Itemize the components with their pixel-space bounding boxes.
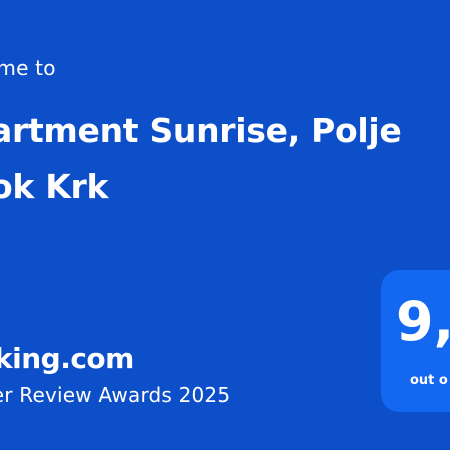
score-value: 9, [396, 290, 450, 353]
award-title: ler Review Awards 2025 [0, 383, 231, 407]
brand-logo-text: king.com [0, 342, 134, 375]
score-badge: 9, out o [381, 270, 450, 412]
property-name: artment Sunrise, Polje ok Krk [0, 103, 402, 215]
award-card: ome to artment Sunrise, Polje ok Krk kin… [0, 0, 450, 450]
property-name-line-1: artment Sunrise, Polje [0, 111, 402, 150]
score-scale-label: out o [410, 373, 448, 388]
property-name-line-2: ok Krk [0, 167, 109, 206]
welcome-text: ome to [0, 56, 56, 80]
